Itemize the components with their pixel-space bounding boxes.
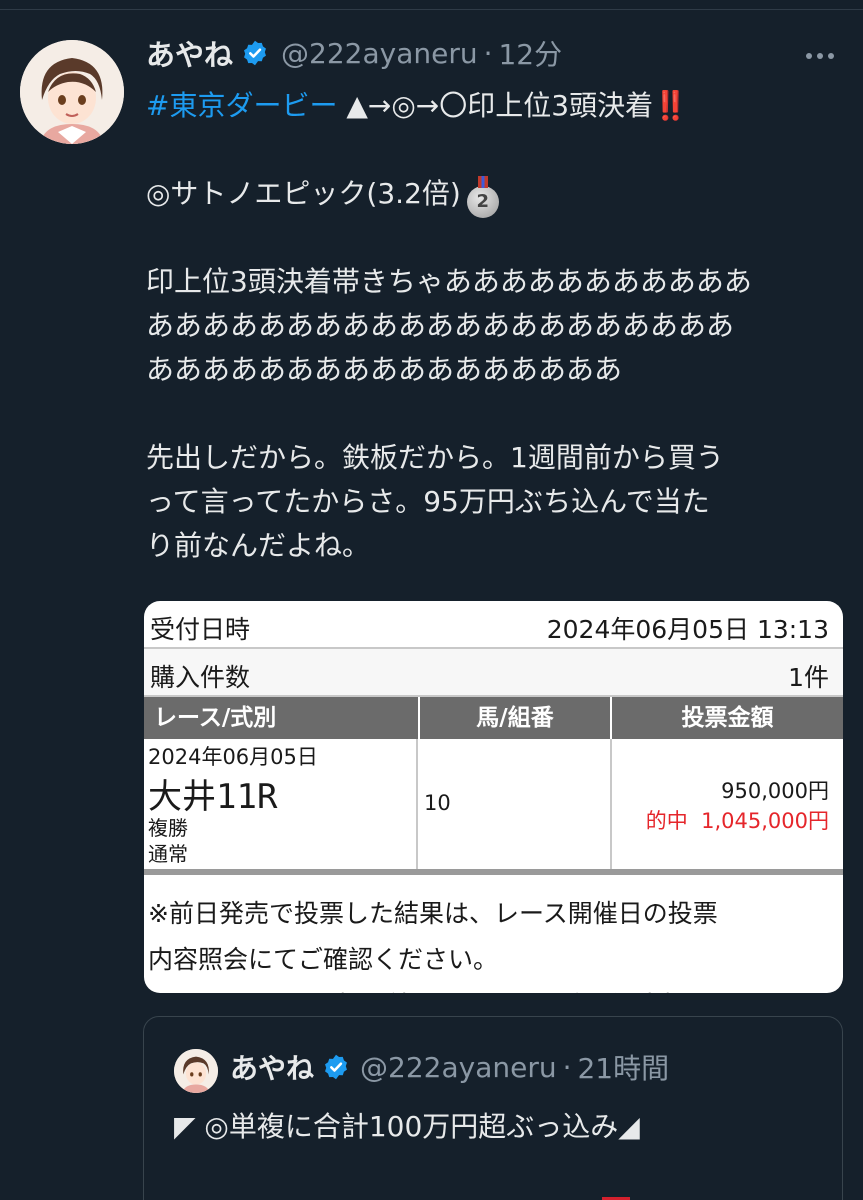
tweet-timestamp[interactable]: 12分 (498, 33, 562, 73)
avatar-illustration (174, 1049, 218, 1093)
tweet-line-1: #東京ダービー ▲→◎→〇印上位3頭決着‼️ (146, 84, 688, 128)
author-avatar[interactable] (20, 40, 124, 144)
count-row: 購入件数 1件 (144, 649, 843, 697)
note-line: 内容照会にてご確認ください。 (148, 945, 499, 974)
double-exclamation-icon: ‼️ (653, 89, 688, 122)
bet-type: 複勝 (148, 816, 188, 840)
header-horse: 馬/組番 (418, 697, 610, 739)
tweet-header: あやね @222ayaneru · 12分 (146, 30, 562, 76)
tweet-line-5: あああああああああああああああああ (146, 353, 623, 386)
received-label: 受付日時 (150, 615, 251, 644)
column-divider (610, 739, 612, 869)
verified-badge-icon (244, 40, 266, 66)
header-amount: 投票金額 (610, 697, 843, 739)
horse-number: 10 (424, 791, 451, 815)
received-value: 2024年06月05日 13:13 (546, 615, 829, 644)
ticket-image[interactable]: 受付日時 2024年06月05日 13:13 購入件数 1件 レース/式別 馬/… (144, 601, 843, 993)
tweet-line-text: ◎サトノエピック(3.2倍) (146, 177, 461, 210)
table-header-row: レース/式別 馬/組番 投票金額 (144, 697, 843, 739)
race-name: 大井11R (148, 777, 278, 817)
tweet-line-6: 先出しだから。鉄板だから。1週間前から買う (146, 441, 724, 474)
tweet-line-2: ◎サトノエピック(3.2倍) 2 (146, 172, 499, 218)
silver-medal-icon: 2 (466, 176, 499, 218)
bet-mode: 通常 (148, 842, 188, 866)
hit-payout: 的中 1,045,000円 (646, 805, 829, 835)
column-divider (416, 739, 418, 869)
tweet-line-7: って言ってたからさ。95万円ぶち込んで当た (146, 485, 710, 518)
note-line: ※SPAT4LOTOの投票結果は、翌日以降に過去投票 (148, 983, 718, 993)
quoted-header: あやね @222ayaneru · 21時間 (230, 1047, 669, 1087)
quoted-tweet[interactable]: あやね @222ayaneru · 21時間 ◤ ◎単複に合計100万円超ぶっ込… (143, 1016, 843, 1200)
header-separator: · (483, 36, 493, 70)
received-row: 受付日時 2024年06月05日 13:13 (144, 601, 843, 649)
header-separator: · (562, 1050, 572, 1084)
tweet-line-4: あああああああああああああああああああああ (146, 309, 735, 342)
tweet-line-3: 印上位3頭決着帯きちゃあああああああああああ (146, 265, 752, 298)
quoted-text: ◤ ◎単複に合計100万円超ぶっ込み◢ (174, 1110, 640, 1143)
count-value: 1件 (788, 663, 829, 692)
notes: ※前日発売で投票した結果は、レース開催日の投票 内容照会にてご確認ください。 ※… (144, 875, 843, 993)
bet-type-block: 複勝 通常 (148, 815, 188, 867)
hashtag-link[interactable]: #東京ダービー (146, 89, 337, 122)
payout-value: 1,045,000円 (701, 809, 829, 833)
quoted-author-avatar (174, 1049, 218, 1093)
note-text: ※前日発売で投票した結果は、レース開催日の投票 内容照会にてご確認ください。 ※… (148, 891, 718, 993)
count-label: 購入件数 (150, 663, 251, 692)
more-options-icon[interactable] (806, 44, 842, 64)
tweet-line-text: ▲→◎→〇印上位3頭決着 (337, 89, 654, 122)
quoted-author-handle: @222ayaneru (360, 1050, 557, 1084)
author-name[interactable]: あやね (146, 32, 233, 74)
tweet-line-8: り前なんだよね。 (146, 529, 371, 562)
avatar-illustration (20, 40, 124, 144)
verified-badge-icon (325, 1054, 347, 1080)
note-line: ※前日発売で投票した結果は、レース開催日の投票 (148, 899, 718, 928)
quoted-timestamp: 21時間 (577, 1052, 670, 1085)
bet-row: 2024年06月05日 大井11R 複勝 通常 10 950,000円 的中 1… (144, 739, 843, 875)
bet-amount: 950,000円 (721, 779, 829, 803)
header-race: レース/式別 (154, 705, 277, 731)
race-date: 2024年06月05日 (148, 745, 318, 769)
quoted-author-name: あやね (230, 1052, 315, 1085)
author-handle[interactable]: @222ayaneru (281, 37, 478, 70)
top-divider (0, 0, 863, 10)
hit-label: 的中 (645, 809, 688, 833)
